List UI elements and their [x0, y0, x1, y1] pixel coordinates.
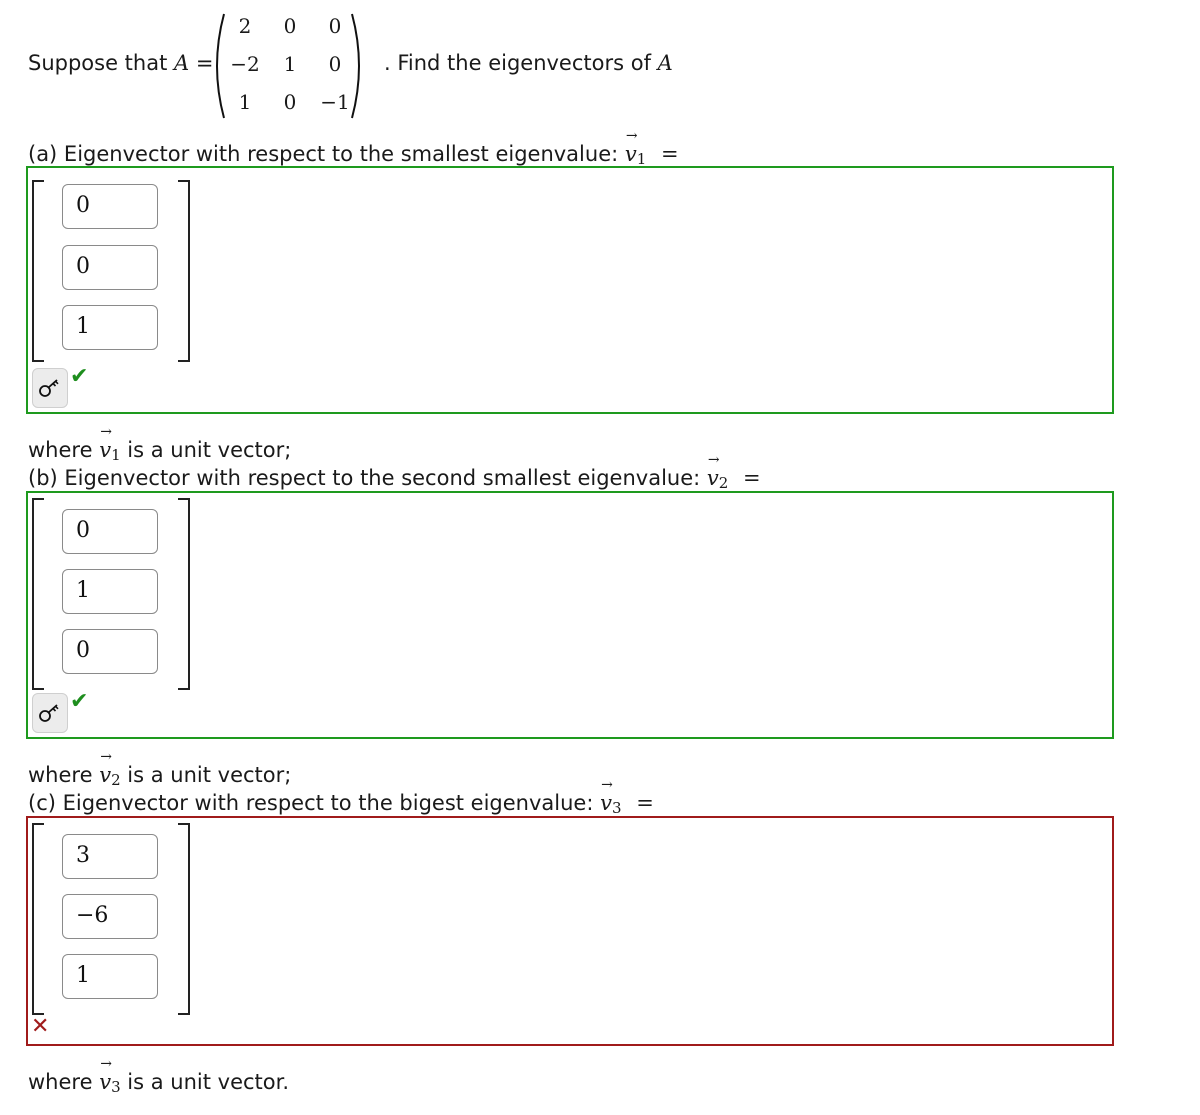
vector-v3: → v3	[99, 1056, 121, 1096]
show-answer-button[interactable]	[32, 693, 68, 733]
equals-sign: =	[743, 466, 761, 490]
intro-text: Suppose that	[28, 51, 168, 75]
matrix-cell: 0	[283, 14, 297, 38]
vector-arrow-icon: →	[100, 1056, 112, 1072]
note-suffix: is a unit vector.	[127, 1070, 290, 1094]
vector-index: 2	[718, 474, 729, 492]
right-bracket	[178, 180, 190, 362]
find-instruction: . Find the eigenvectors of A	[384, 51, 673, 75]
answer-box-b: 0 1 0 ✔	[26, 491, 1114, 739]
note-prefix: where	[28, 438, 93, 462]
vector-index: 3	[612, 799, 622, 817]
note-prefix: where	[28, 763, 93, 787]
equals-sign: =	[661, 142, 679, 166]
matrix-A: 2 0 0 −2 1 0 1 0 −1	[208, 10, 386, 122]
matrix-cell: −2	[230, 52, 260, 76]
vector-symbol: v	[600, 791, 612, 815]
note-suffix: is a unit vector;	[127, 763, 292, 787]
vector-symbol: v	[706, 466, 719, 490]
matrix-cell: 0	[328, 52, 342, 76]
vector-arrow-icon: →	[100, 424, 112, 440]
matrix-cell: 1	[238, 90, 252, 114]
part-a-note: where → v1 is a unit vector;	[28, 424, 292, 464]
vector-v3: → v3	[600, 777, 622, 817]
matrix-name: A	[174, 51, 190, 75]
right-bracket	[178, 823, 190, 1015]
vector-index: 3	[111, 1078, 121, 1096]
vector-v1: → v1	[99, 424, 121, 464]
vector-b-entry-2[interactable]: 1	[62, 569, 158, 614]
matrix-cell: 0	[328, 14, 342, 38]
find-text: . Find the eigenvectors of	[384, 51, 651, 75]
vector-v2: → v2	[99, 749, 121, 789]
left-bracket	[32, 180, 44, 362]
vector-arrow-icon: →	[707, 452, 720, 468]
vector-arrow-icon: →	[625, 128, 638, 144]
vector-b-entry-3[interactable]: 0	[62, 629, 158, 674]
part-c-label: (c) Eigenvector with respect to the bige…	[28, 777, 654, 817]
vector-index: 1	[111, 446, 121, 464]
part-a-text: (a) Eigenvector with respect to the smal…	[28, 142, 619, 166]
vector-index: 2	[111, 771, 121, 789]
part-b-text: (b) Eigenvector with respect to the seco…	[28, 466, 701, 490]
vector-symbol: v	[99, 1070, 112, 1094]
vector-c-entry-3[interactable]: 1	[62, 954, 158, 999]
part-c-note: where → v3 is a unit vector.	[28, 1056, 290, 1096]
right-bracket	[178, 498, 190, 690]
part-a-label: (a) Eigenvector with respect to the smal…	[28, 128, 679, 168]
matrix-cell: 1	[283, 52, 297, 76]
vector-c-entry-1[interactable]: 3	[62, 834, 158, 879]
key-icon	[39, 704, 59, 722]
note-prefix: where	[28, 1070, 93, 1094]
part-b-label: (b) Eigenvector with respect to the seco…	[28, 452, 761, 492]
answer-box-a: 0 0 1 ✔	[26, 166, 1114, 414]
vector-a-entry-1[interactable]: 0	[62, 184, 158, 229]
matrix-cell: 2	[238, 14, 252, 38]
vector-arrow-icon: →	[100, 749, 112, 765]
vector-c-entry-2[interactable]: −6	[62, 894, 158, 939]
problem-intro: Suppose that A =	[28, 51, 214, 75]
part-c-text: (c) Eigenvector with respect to the bige…	[28, 791, 594, 815]
vector-a-entry-2[interactable]: 0	[62, 245, 158, 290]
vector-v2: → v2	[706, 452, 729, 492]
check-icon: ✔	[70, 364, 89, 389]
vector-symbol: v	[99, 763, 112, 787]
answer-box-c: 3 −6 1 ✕	[26, 816, 1114, 1046]
note-suffix: is a unit vector;	[127, 438, 292, 462]
vector-v1: → v1	[624, 128, 646, 168]
cross-icon: ✕	[31, 1014, 50, 1039]
left-bracket	[32, 498, 44, 690]
find-var: A	[657, 51, 673, 75]
vector-b-entry-1[interactable]: 0	[62, 509, 158, 554]
part-b-note: where → v2 is a unit vector;	[28, 749, 292, 789]
key-icon	[39, 379, 59, 397]
vector-arrow-icon: →	[601, 777, 613, 793]
vector-symbol: v	[99, 438, 112, 462]
show-answer-button[interactable]	[32, 368, 68, 408]
vector-a-entry-3[interactable]: 1	[62, 305, 158, 350]
equals-sign: =	[636, 791, 654, 815]
vector-symbol: v	[624, 142, 637, 166]
check-icon: ✔	[70, 689, 89, 714]
left-bracket	[32, 823, 44, 1015]
matrix-cell: 0	[283, 90, 297, 114]
matrix-cell: −1	[320, 90, 350, 114]
